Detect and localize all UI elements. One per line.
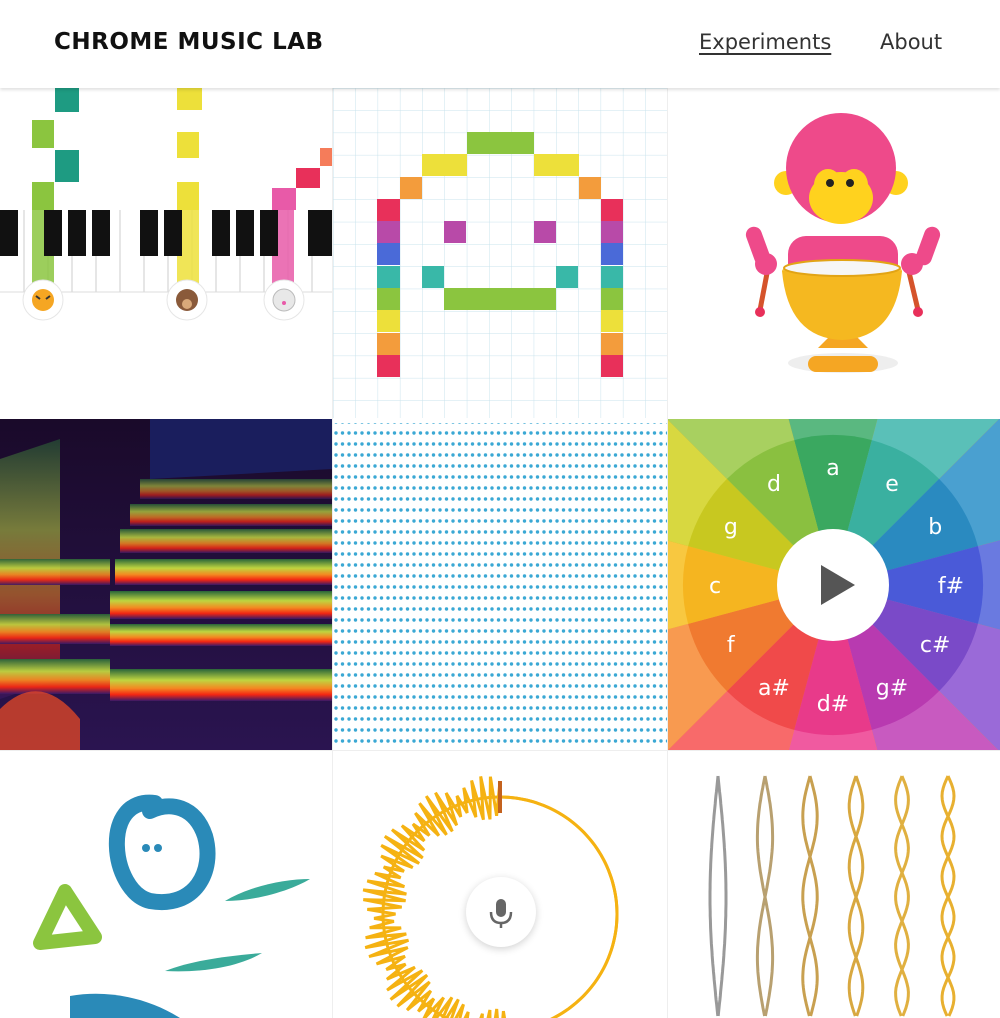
wheel-note-label: g# bbox=[876, 676, 908, 701]
wheel-note-label: c bbox=[709, 574, 721, 599]
wheel-note-label: d bbox=[767, 472, 781, 497]
wheel-note-label: f bbox=[727, 633, 736, 658]
dot-grid-icon bbox=[333, 423, 667, 747]
experiment-tile-sound-waves[interactable] bbox=[333, 419, 667, 750]
experiment-tile-kandinsky[interactable] bbox=[0, 751, 332, 1018]
experiment-tile-shared-piano[interactable] bbox=[0, 88, 332, 418]
grid-divider bbox=[332, 88, 333, 1018]
wheel-note-label: a bbox=[826, 456, 839, 481]
monkey-drummer-icon bbox=[745, 113, 941, 373]
vibrating-string[interactable] bbox=[716, 775, 728, 1017]
nav-about-link[interactable]: About bbox=[880, 30, 942, 54]
pixel-face-icon bbox=[333, 88, 667, 418]
microphone-icon bbox=[489, 899, 513, 928]
experiment-tile-chords[interactable]: a e b f# c# g# d# a# f c g d bbox=[668, 419, 1000, 750]
grid-divider bbox=[0, 750, 1000, 751]
piano-animals-icon bbox=[0, 88, 332, 321]
vibrating-string[interactable] bbox=[708, 775, 720, 1017]
vibrating-string[interactable] bbox=[940, 775, 956, 1017]
wheel-note-label: f# bbox=[938, 574, 964, 599]
wheel-note-label: a# bbox=[758, 676, 790, 701]
wheel-note-label: e bbox=[885, 472, 899, 497]
spectrogram-icon bbox=[0, 419, 332, 750]
color-wheel-icon: a e b f# c# g# d# a# f c g d bbox=[668, 419, 1000, 750]
wheel-note-label: c# bbox=[920, 633, 951, 658]
grid-divider bbox=[667, 88, 668, 1018]
site-logo[interactable]: CHROME MUSIC LAB bbox=[54, 29, 324, 55]
vibrating-string[interactable] bbox=[801, 775, 819, 1017]
wheel-note-label: b bbox=[928, 515, 942, 540]
experiment-tile-rhythm[interactable] bbox=[668, 88, 1000, 418]
microphone-button[interactable] bbox=[466, 877, 536, 947]
vibrating-string[interactable] bbox=[801, 775, 819, 1017]
nav-experiments-link[interactable]: Experiments bbox=[699, 30, 831, 54]
experiment-tile-voice-spinner[interactable] bbox=[333, 751, 667, 1018]
vibrating-string[interactable] bbox=[847, 775, 865, 1017]
experiment-tile-strings[interactable] bbox=[668, 751, 1000, 1018]
wheel-note-label: d# bbox=[817, 692, 849, 717]
site-header: CHROME MUSIC LAB Experiments About bbox=[0, 0, 1000, 88]
vibrating-strings-icon bbox=[708, 775, 956, 1017]
experiment-tile-spectrogram[interactable] bbox=[0, 419, 332, 750]
wheel-note-label: g bbox=[724, 515, 738, 540]
kandinsky-shapes-icon bbox=[33, 794, 310, 1018]
experiment-tile-song-maker[interactable] bbox=[333, 88, 667, 418]
